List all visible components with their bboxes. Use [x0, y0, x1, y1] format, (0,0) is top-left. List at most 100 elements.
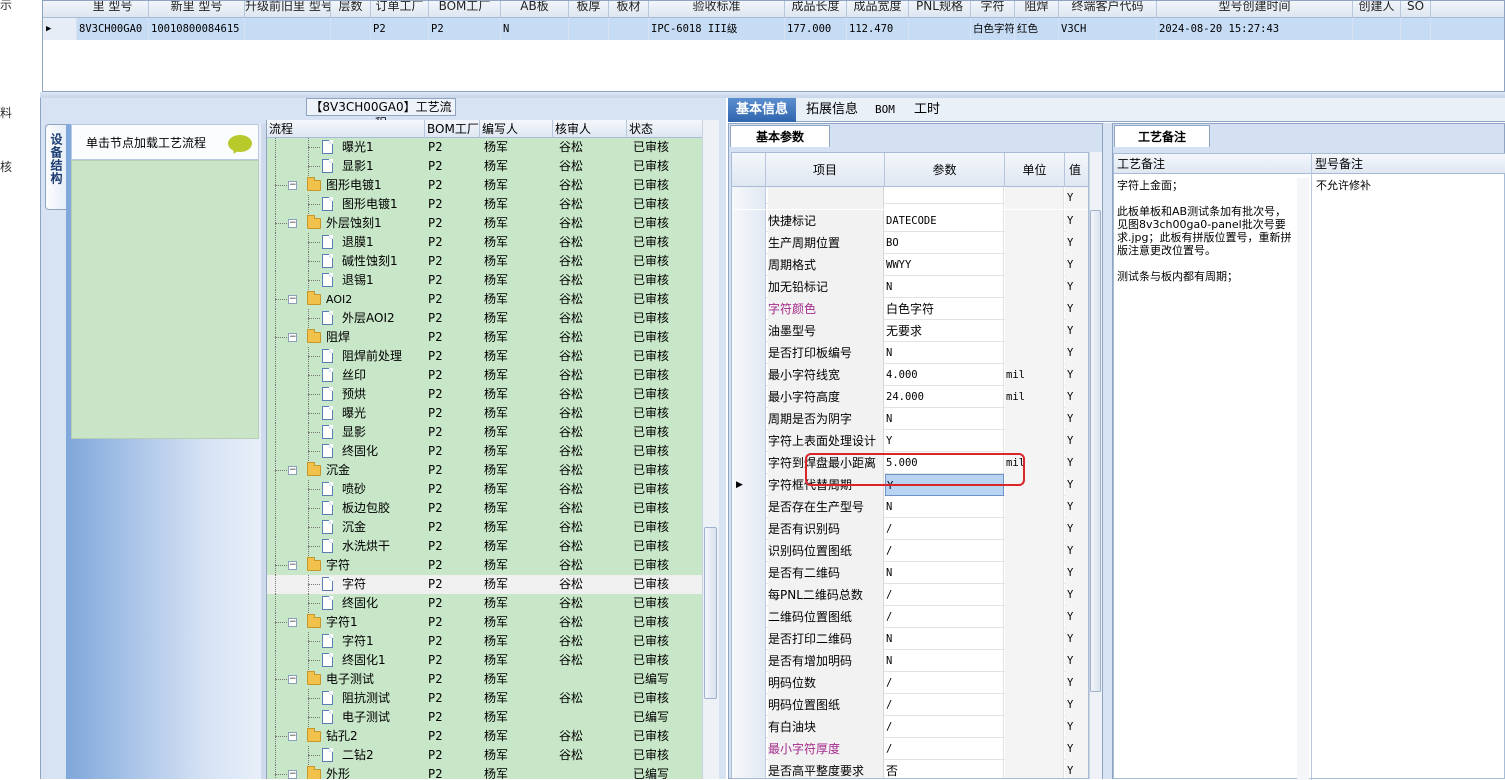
- param-cell-value[interactable]: 无要求: [885, 320, 1004, 342]
- flow-tree-row[interactable]: 终固化 P2 杨军 谷松 已审核: [267, 594, 702, 613]
- model-grid-row[interactable]: ▶ 8V3CH00GA0 10010800084615 P2 P2 N IPC-6018 I…: [43, 18, 1504, 40]
- collapse-toggle-icon[interactable]: −: [288, 732, 297, 741]
- model-grid-col[interactable]: 创建人: [1353, 1, 1401, 18]
- model-grid-cell[interactable]: P2: [373, 18, 429, 40]
- flow-tree-row[interactable]: 终固化1 P2 杨军 谷松 已审核: [267, 651, 702, 670]
- col-process-note[interactable]: 工艺备注: [1114, 154, 1312, 174]
- flow-tree-row[interactable]: 水洗烘干 P2 杨军 谷松 已审核: [267, 537, 702, 556]
- param-row[interactable]: 有白油块 / Y: [732, 716, 1088, 738]
- col-flow[interactable]: 流程: [267, 120, 425, 138]
- model-grid-col[interactable]: 成品长度: [785, 1, 847, 18]
- param-cell-value[interactable]: /: [885, 584, 1004, 606]
- param-row[interactable]: 是否有增加明码 N Y: [732, 650, 1088, 672]
- param-row[interactable]: 加无铅标记 N Y: [732, 276, 1088, 298]
- model-grid-cell[interactable]: [1403, 18, 1431, 40]
- model-grid-cell[interactable]: 112.470: [849, 18, 909, 40]
- param-row[interactable]: 二维码位置图纸 / Y: [732, 606, 1088, 628]
- flow-tree-row[interactable]: − 电子测试 P2 杨军 已编写: [267, 670, 702, 689]
- col-reviewer[interactable]: 核审人: [553, 120, 627, 138]
- model-grid-cell[interactable]: IPC-6018 III级: [651, 18, 785, 40]
- flow-tree-row[interactable]: − 字符1 P2 杨军 谷松 已审核: [267, 613, 702, 632]
- model-grid-col[interactable]: 型号创建时间: [1157, 1, 1353, 18]
- model-grid-col[interactable]: 升级前旧里 型号: [245, 1, 331, 18]
- model-grid-cell[interactable]: [1355, 18, 1401, 40]
- flow-tree-row[interactable]: − AOI2 P2 杨军 谷松 已审核: [267, 290, 702, 309]
- flow-tree-row[interactable]: − 钻孔2 P2 杨军 谷松 已审核: [267, 727, 702, 746]
- param-cell-value[interactable]: N: [885, 342, 1004, 364]
- param-row[interactable]: 字符颜色 白色字符 Y: [732, 298, 1088, 320]
- param-cell-value[interactable]: /: [885, 540, 1004, 562]
- param-cell-value[interactable]: [885, 187, 1004, 209]
- model-grid-col[interactable]: AB板: [501, 1, 569, 18]
- flow-tree-row[interactable]: 曝光1 P2 杨军 谷松 已审核: [267, 138, 702, 157]
- tab-extended-info[interactable]: 拓展信息: [806, 98, 858, 122]
- process-note-text[interactable]: 字符上金面； 此板单板和AB测试条加有批次号，见图8v3ch00ga0-pane…: [1117, 179, 1295, 283]
- flow-tree-row[interactable]: − 阻焊 P2 杨军 谷松 已审核: [267, 328, 702, 347]
- collapse-toggle-icon[interactable]: −: [288, 561, 297, 570]
- param-row[interactable]: 快捷标记 DATECODE Y: [732, 210, 1088, 232]
- model-grid-cell[interactable]: [571, 18, 609, 40]
- param-cell-value[interactable]: /: [885, 518, 1004, 540]
- flow-tree-row[interactable]: 电子测试 P2 杨军 已编写: [267, 708, 702, 727]
- col-param[interactable]: 参数: [885, 153, 1005, 187]
- model-grid-cell[interactable]: 红色: [1017, 18, 1059, 40]
- model-note-text[interactable]: 不允许修补: [1316, 179, 1496, 192]
- param-row[interactable]: 最小字符高度 24.000 mil Y: [732, 386, 1088, 408]
- param-row[interactable]: 是否有识别码 / Y: [732, 518, 1088, 540]
- param-cell-value[interactable]: 4.000: [885, 364, 1004, 386]
- model-grid-col[interactable]: 新里 型号: [149, 1, 245, 18]
- param-cell-value[interactable]: N: [885, 628, 1004, 650]
- param-cell-value[interactable]: /: [885, 672, 1004, 694]
- tab-basic-info[interactable]: 基本信息: [728, 98, 796, 122]
- model-grid-cell[interactable]: [247, 18, 331, 40]
- model-grid-col[interactable]: BOM工厂: [429, 1, 501, 18]
- param-row[interactable]: 是否打印二维码 N Y: [732, 628, 1088, 650]
- param-row[interactable]: 是否存在生产型号 N Y: [732, 496, 1088, 518]
- collapse-toggle-icon[interactable]: −: [288, 466, 297, 475]
- param-cell-value[interactable]: N: [885, 496, 1004, 518]
- model-grid-col[interactable]: SO: [1401, 1, 1431, 18]
- model-grid-cell[interactable]: 2024-08-20 15:27:43: [1159, 18, 1353, 40]
- col-model-note[interactable]: 型号备注: [1312, 154, 1505, 174]
- flow-tree-row[interactable]: 外层AOI2 P2 杨军 谷松 已审核: [267, 309, 702, 328]
- col-flag[interactable]: 值: [1065, 153, 1088, 187]
- process-note-scrollbar[interactable]: [1297, 178, 1309, 780]
- flow-tree-row[interactable]: 显影1 P2 杨军 谷松 已审核: [267, 157, 702, 176]
- flow-tree-row[interactable]: 字符 P2 杨军 谷松 已审核: [267, 575, 702, 594]
- flow-tree-row[interactable]: 丝印 P2 杨军 谷松 已审核: [267, 366, 702, 385]
- param-cell-value[interactable]: /: [885, 716, 1004, 738]
- model-grid-col[interactable]: 验收标准: [649, 1, 785, 18]
- model-grid-col[interactable]: 阻焊: [1015, 1, 1059, 18]
- param-cell-value[interactable]: DATECODE: [885, 210, 1004, 232]
- flow-tree-row[interactable]: − 外形 P2 杨军 已编写: [267, 765, 702, 779]
- flow-tree-row[interactable]: 退膜1 P2 杨军 谷松 已审核: [267, 233, 702, 252]
- flow-tree-scroll-thumb[interactable]: [704, 527, 717, 699]
- model-grid-col[interactable]: 板材: [609, 1, 649, 18]
- model-grid-cell[interactable]: 177.000: [787, 18, 847, 40]
- param-cell-value[interactable]: 白色字符: [885, 298, 1004, 320]
- param-cell-value[interactable]: 否: [885, 760, 1004, 778]
- flow-tree-row[interactable]: 二钻2 P2 杨军 谷松 已审核: [267, 746, 702, 765]
- param-row[interactable]: 周期格式 WWYY Y: [732, 254, 1088, 276]
- model-grid-cell[interactable]: N: [503, 18, 569, 40]
- flow-tree-row[interactable]: 图形电镀1 P2 杨军 谷松 已审核: [267, 195, 702, 214]
- flow-tree-row[interactable]: 字符1 P2 杨军 谷松 已审核: [267, 632, 702, 651]
- process-notes-tab[interactable]: 工艺备注: [1114, 125, 1210, 147]
- param-row[interactable]: 周期是否为阴字 N Y: [732, 408, 1088, 430]
- model-grid-cell[interactable]: [333, 18, 371, 40]
- collapse-toggle-icon[interactable]: −: [288, 618, 297, 627]
- flow-tree-row[interactable]: − 外层蚀刻1 P2 杨军 谷松 已审核: [267, 214, 702, 233]
- param-cell-value[interactable]: Y: [885, 430, 1004, 452]
- model-grid-col[interactable]: PNL规格: [909, 1, 971, 18]
- param-row[interactable]: 字符上表面处理设计 Y Y: [732, 430, 1088, 452]
- structure-tree-area[interactable]: [71, 160, 259, 439]
- param-row[interactable]: 识别码位置图纸 / Y: [732, 540, 1088, 562]
- col-writer[interactable]: 编写人: [480, 120, 553, 138]
- flow-tree-row[interactable]: − 字符 P2 杨军 谷松 已审核: [267, 556, 702, 575]
- collapse-toggle-icon[interactable]: −: [288, 219, 297, 228]
- model-grid-cell[interactable]: P2: [431, 18, 501, 40]
- param-cell-value[interactable]: N: [885, 408, 1004, 430]
- collapse-toggle-icon[interactable]: −: [288, 181, 297, 190]
- param-cell-value[interactable]: BO: [885, 232, 1004, 254]
- flow-tree-row[interactable]: 碱性蚀刻1 P2 杨军 谷松 已审核: [267, 252, 702, 271]
